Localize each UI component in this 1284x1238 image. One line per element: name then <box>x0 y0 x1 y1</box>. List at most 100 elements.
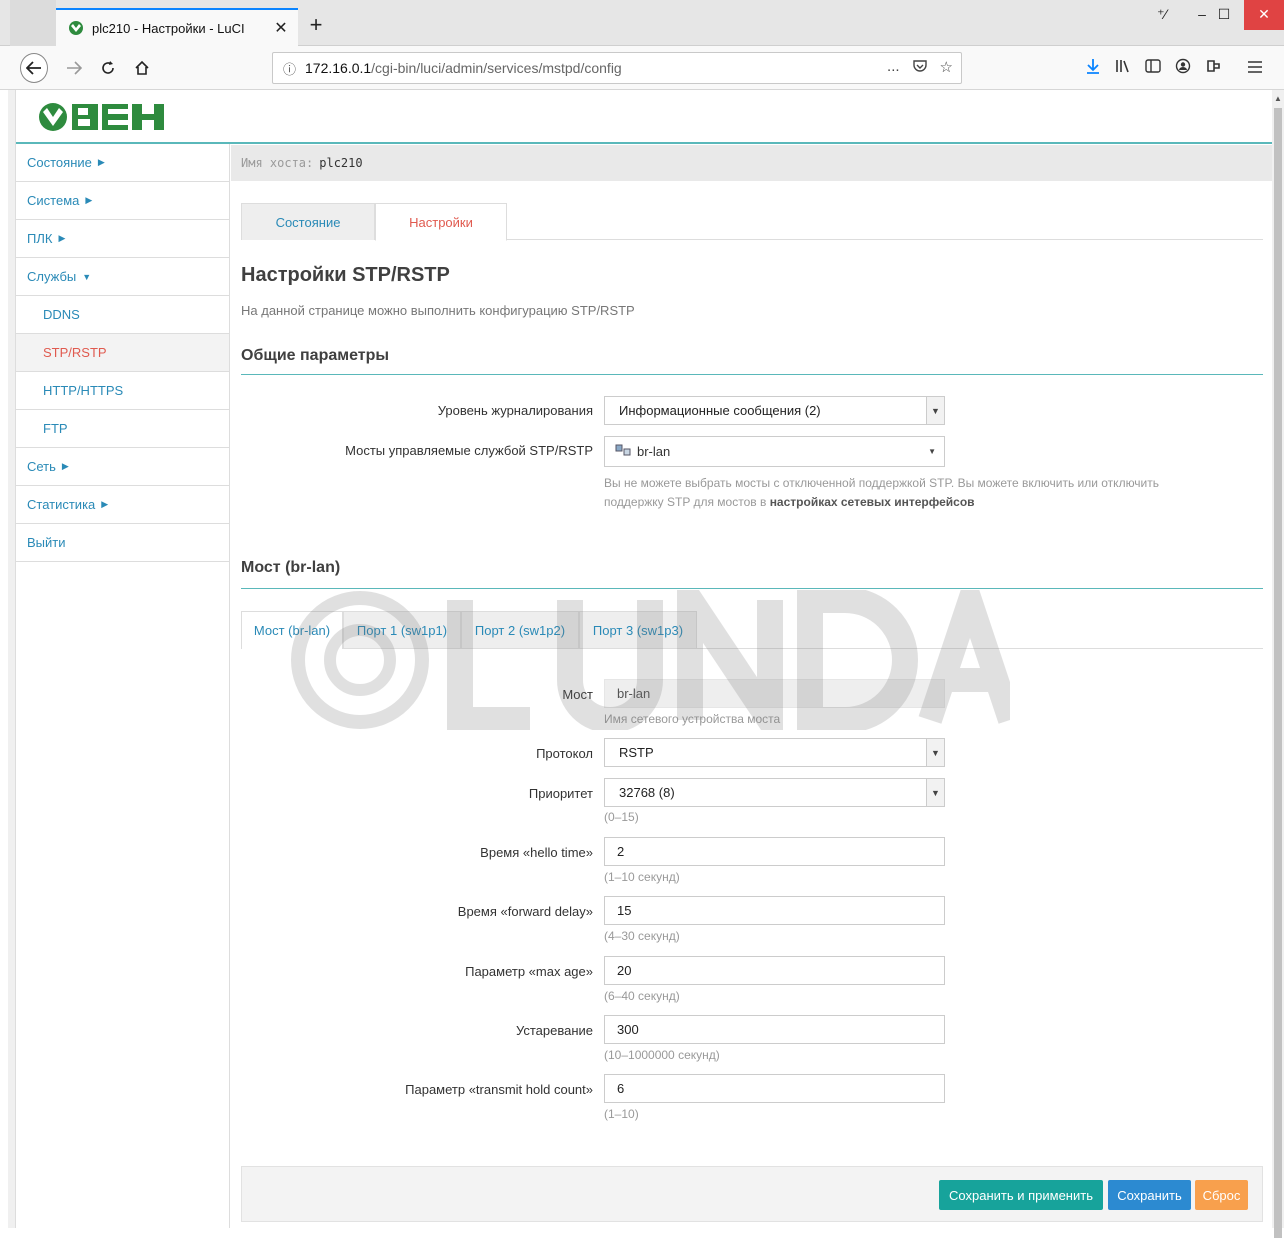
hello-time-input[interactable]: 2 <box>604 837 945 866</box>
home-icon[interactable] <box>128 54 156 82</box>
site-info-icon[interactable]: ⓘ <box>283 59 305 78</box>
window-close-icon[interactable]: ✕ <box>1244 0 1284 30</box>
sidebar-item-label: Статистика <box>27 497 96 512</box>
caret-down-icon: ▼ <box>82 271 92 282</box>
pocket-icon[interactable] <box>912 58 928 78</box>
chevron-down-icon: ▼ <box>926 779 944 806</box>
caret-right-icon: ▶ <box>97 157 105 167</box>
bridge-name-label: Мост <box>562 687 593 702</box>
log-level-label: Уровень журналирования <box>437 403 593 418</box>
page-scrollbar[interactable]: ▲ <box>1272 90 1284 1238</box>
transmit-hold-input[interactable]: 6 <box>604 1074 945 1103</box>
pin-icon[interactable]: ⁺⁄ <box>1142 0 1182 30</box>
sidebar-item-label: Службы <box>27 269 77 284</box>
forward-arrow-icon[interactable] <box>60 54 88 82</box>
sidebar-item-system[interactable]: Система ▶ <box>16 182 229 220</box>
bookmark-star-icon[interactable]: ☆ <box>940 58 953 78</box>
max-age-label: Параметр «max age» <box>465 964 593 979</box>
subtab-port-3[interactable]: Порт 3 (sw1p3) <box>579 611 697 648</box>
sidebar-item-plc[interactable]: ПЛК ▶ <box>16 220 229 258</box>
page-actions-icon[interactable]: ... <box>887 58 900 78</box>
sidebar-item-status[interactable]: Состояние ▶ <box>16 144 229 182</box>
network-settings-link[interactable]: настройках сетевых интерфейсов <box>770 495 975 509</box>
general-section-title: Общие параметры <box>241 347 1263 375</box>
bridge-name-help: Имя сетевого устройства моста <box>604 712 781 726</box>
caret-right-icon: ▶ <box>58 233 66 243</box>
tab-settings[interactable]: Настройки <box>375 203 507 241</box>
bridges-help-line1: Вы не можете выбрать мосты с отключенной… <box>604 476 1160 490</box>
tab-status[interactable]: Состояние <box>241 203 375 240</box>
menu-icon[interactable] <box>1240 60 1270 77</box>
sidebar-item-network[interactable]: Сеть ▶ <box>16 448 229 486</box>
priority-select[interactable]: 32768 (8) ▼ <box>604 778 945 807</box>
network-bridge-icon <box>615 443 631 460</box>
transmit-hold-value: 6 <box>617 1081 625 1096</box>
scroll-up-icon[interactable]: ▲ <box>1274 94 1282 103</box>
sidebar-item-stp-rstp[interactable]: STP/RSTP <box>16 334 229 372</box>
address-bar[interactable]: ⓘ 172.16.0.1/cgi-bin/luci/admin/services… <box>272 52 962 84</box>
bridges-dropdown[interactable]: br-lan ▼ <box>604 436 945 467</box>
sidebar-item-label: HTTP/HTTPS <box>43 383 124 398</box>
sidebar-item-label: Сеть <box>27 459 56 474</box>
account-icon[interactable] <box>1168 58 1198 78</box>
ageing-input[interactable]: 300 <box>604 1015 945 1044</box>
log-level-select[interactable]: Информационные сообщения (2) ▼ <box>604 396 945 425</box>
reset-button[interactable]: Сброс <box>1195 1180 1248 1210</box>
hostname-bar: Имя хоста: plc210 <box>231 145 1272 181</box>
sidebar-item-logout[interactable]: Выйти <box>16 524 229 562</box>
protocol-label: Протокол <box>536 746 593 761</box>
max-age-help: (6–40 секунд) <box>604 989 680 1003</box>
subtab-port-2[interactable]: Порт 2 (sw1p2) <box>461 611 579 648</box>
sidebar-item-label: DDNS <box>43 307 80 322</box>
transmit-hold-help: (1–10) <box>604 1107 639 1121</box>
luci-page: Состояние ▶ Система ▶ ПЛК ▶ Службы ▼ DDNS ST… <box>16 90 1272 1228</box>
ageing-value: 300 <box>617 1022 639 1037</box>
protocol-select[interactable]: RSTP ▼ <box>604 738 945 767</box>
save-apply-button[interactable]: Сохранить и применить <box>939 1180 1103 1210</box>
sidebar-item-http-https[interactable]: HTTP/HTTPS <box>16 372 229 410</box>
priority-label: Приоритет <box>528 786 593 801</box>
scrollbar-thumb[interactable] <box>1274 108 1282 1238</box>
bridge-section-title: Мост (br-lan) <box>241 559 1263 589</box>
forward-delay-input[interactable]: 15 <box>604 896 945 925</box>
new-tab-icon[interactable]: + <box>304 12 328 38</box>
max-age-value: 20 <box>617 963 632 978</box>
tab-strip-spacer <box>10 0 56 46</box>
reload-icon[interactable] <box>94 54 122 82</box>
close-tab-icon[interactable]: ✕ <box>270 18 292 38</box>
bridge-name-value: br-lan <box>617 686 651 701</box>
extension-icon[interactable] <box>1198 58 1228 78</box>
sidebar-item-statistics[interactable]: Статистика ▶ <box>16 486 229 524</box>
bridges-value: br-lan <box>637 444 671 459</box>
bridge-subtabs: Мост (br-lan) Порт 1 (sw1p1) Порт 2 (sw1… <box>241 611 1263 649</box>
owen-favicon-icon <box>68 20 84 36</box>
hello-time-label: Время «hello time» <box>480 845 593 860</box>
chevron-down-icon: ▼ <box>926 397 944 424</box>
save-button[interactable]: Сохранить <box>1108 1180 1191 1210</box>
hello-time-help: (1–10 секунд) <box>604 870 680 884</box>
back-button[interactable] <box>20 53 48 83</box>
owen-logo[interactable] <box>38 102 168 132</box>
sidebar-item-label: FTP <box>43 421 68 436</box>
max-age-input[interactable]: 20 <box>604 956 945 985</box>
ageing-help: (10–1000000 секунд) <box>604 1048 720 1062</box>
subtab-bridge[interactable]: Мост (br-lan) <box>241 611 343 649</box>
sidebar-icon[interactable] <box>1138 59 1168 77</box>
maximize-icon[interactable]: ☐ <box>1204 0 1244 30</box>
bridges-label: Мосты управляемые службой STP/RSTP <box>345 443 593 458</box>
log-level-value: Информационные сообщения (2) <box>619 403 821 418</box>
subtab-port-1[interactable]: Порт 1 (sw1p1) <box>343 611 461 648</box>
sidebar-item-ftp[interactable]: FTP <box>16 410 229 448</box>
browser-tab[interactable]: plc210 - Настройки - LuCI ✕ <box>56 8 298 46</box>
hostname-value: plc210 <box>319 156 363 170</box>
library-icon[interactable] <box>1108 59 1138 77</box>
sidebar-item-label: Система <box>27 193 80 208</box>
sidebar-item-ddns[interactable]: DDNS <box>16 296 229 334</box>
bridge-name-field: br-lan <box>604 679 945 708</box>
bridges-help-line2: поддержку STP для мостов в настройках се… <box>604 495 975 509</box>
ageing-label: Устаревание <box>515 1023 593 1038</box>
form-actions: Сохранить и применить Сохранить Сброс <box>241 1166 1263 1222</box>
download-icon[interactable] <box>1078 58 1108 78</box>
sidebar-item-services[interactable]: Службы ▼ <box>16 258 229 296</box>
forward-delay-help: (4–30 секунд) <box>604 929 680 943</box>
